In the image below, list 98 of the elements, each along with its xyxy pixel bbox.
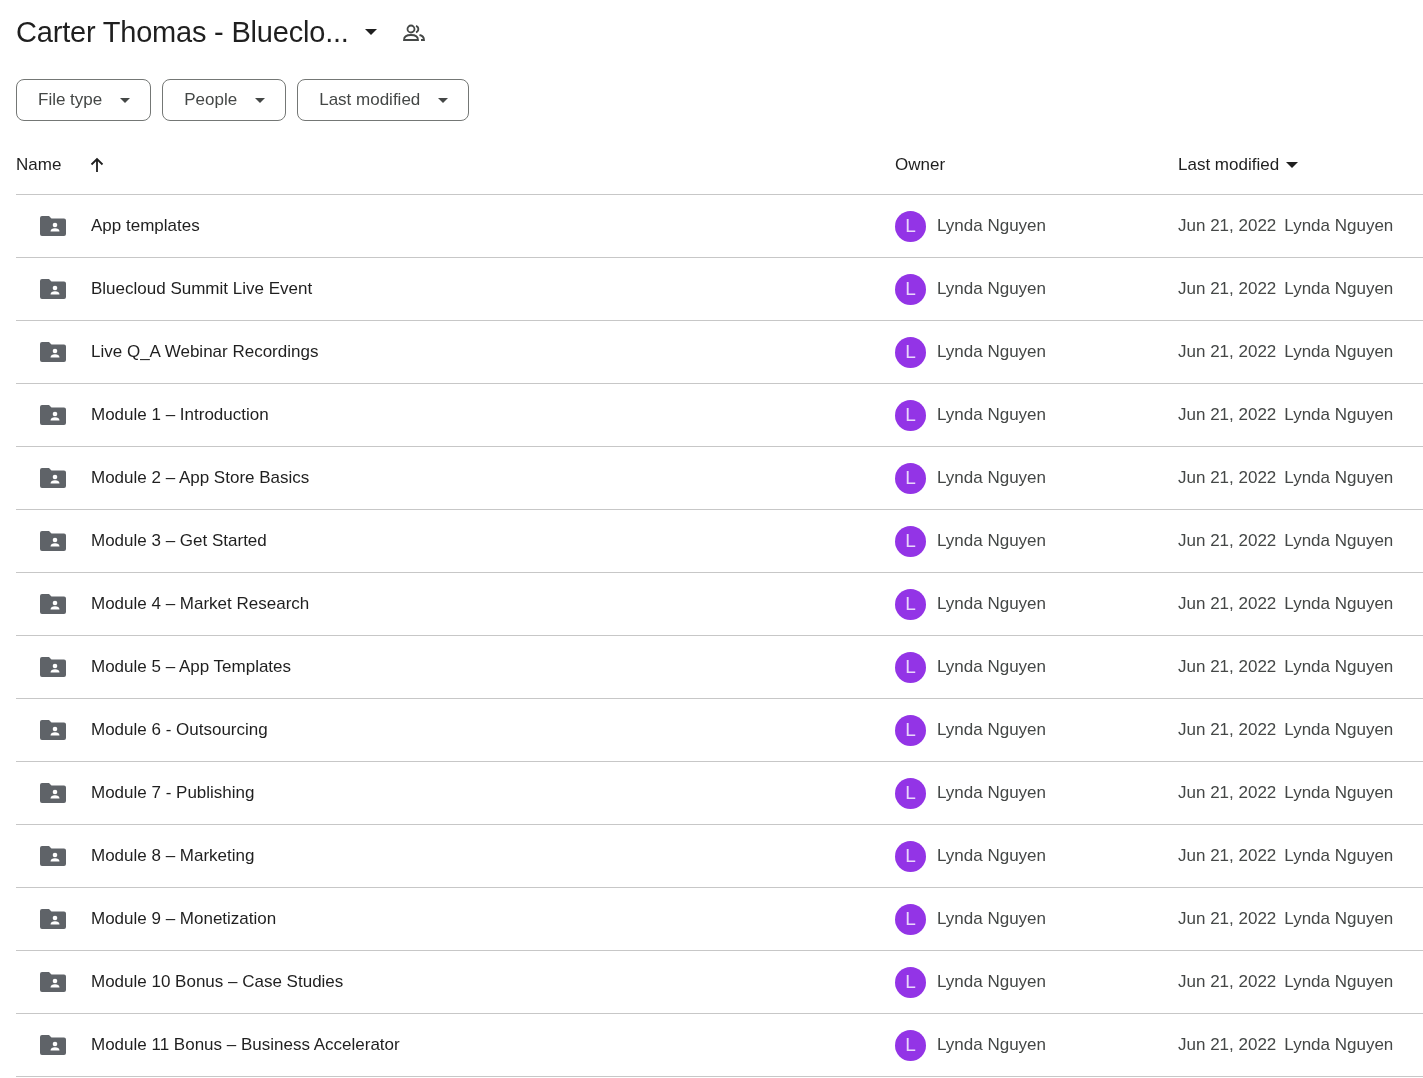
owner-name: Lynda Nguyen — [937, 972, 1046, 992]
owner-avatar: L — [895, 651, 926, 683]
owner-name: Lynda Nguyen — [937, 1035, 1046, 1055]
owner-avatar: L — [895, 399, 926, 431]
people-icon[interactable] — [402, 24, 425, 42]
filter-chip[interactable]: Last modified — [297, 79, 470, 121]
owner-avatar: L — [895, 966, 926, 998]
modified-by: Lynda Nguyen — [1284, 1035, 1394, 1055]
column-header: Owner — [895, 154, 946, 175]
shared-folder-icon — [40, 657, 66, 677]
owner-name: Lynda Nguyen — [937, 531, 1046, 551]
shared-folder-icon — [40, 720, 66, 740]
filter-chip[interactable]: File type — [16, 79, 152, 121]
shared-folder-icon — [40, 1035, 66, 1055]
modified-date: Jun 21, 2022 — [1178, 531, 1277, 551]
modified-date: Jun 21, 2022 — [1178, 594, 1277, 614]
owner-name: Lynda Nguyen — [937, 720, 1046, 740]
modified-by: Lynda Nguyen — [1284, 594, 1394, 614]
folder-name[interactable]: App templates — [91, 216, 200, 236]
folder-name[interactable]: Module 1 – Introduction — [91, 405, 269, 425]
caret-icon[interactable] — [1286, 161, 1299, 168]
modified-by: Lynda Nguyen — [1284, 909, 1394, 929]
owner-avatar: L — [895, 273, 926, 305]
owner-avatar: L — [895, 525, 926, 557]
modified-date: Jun 21, 2022 — [1178, 720, 1277, 740]
modified-by: Lynda Nguyen — [1284, 531, 1394, 551]
shared-folder-icon — [40, 531, 66, 551]
modified-by: Lynda Nguyen — [1284, 342, 1394, 362]
owner-name: Lynda Nguyen — [937, 594, 1046, 614]
modified-by: Lynda Nguyen — [1284, 657, 1394, 677]
column-header[interactable]: Name — [16, 154, 62, 175]
modified-by: Lynda Nguyen — [1284, 972, 1394, 992]
modified-date: Jun 21, 2022 — [1178, 279, 1277, 299]
caret-icon — [120, 97, 131, 103]
modified-date: Jun 21, 2022 — [1178, 1035, 1277, 1055]
owner-name: Lynda Nguyen — [937, 909, 1046, 929]
modified-date: Jun 21, 2022 — [1178, 216, 1277, 236]
modified-date: Jun 21, 2022 — [1178, 846, 1277, 866]
owner-avatar: L — [895, 714, 926, 746]
folder-name[interactable]: Module 7 - Publishing — [91, 783, 255, 803]
modified-date: Jun 21, 2022 — [1178, 405, 1277, 425]
owner-avatar: L — [895, 1029, 926, 1061]
folder-name[interactable]: Live Q_A Webinar Recordings — [91, 342, 319, 362]
owner-name: Lynda Nguyen — [937, 342, 1046, 362]
owner-name: Lynda Nguyen — [937, 657, 1046, 677]
owner-name: Lynda Nguyen — [937, 846, 1046, 866]
folder-name[interactable]: Module 10 Bonus – Case Studies — [91, 972, 344, 992]
owner-avatar: L — [895, 462, 926, 494]
modified-by: Lynda Nguyen — [1284, 279, 1394, 299]
shared-folder-icon — [40, 342, 66, 362]
owner-avatar: L — [895, 777, 926, 809]
filter-chip[interactable]: People — [162, 79, 287, 121]
owner-name: Lynda Nguyen — [937, 216, 1046, 236]
owner-name: Lynda Nguyen — [937, 468, 1046, 488]
folder-name[interactable]: Module 3 – Get Started — [91, 531, 267, 551]
owner-avatar: L — [895, 840, 926, 872]
shared-folder-icon — [40, 846, 66, 866]
caret-icon — [438, 97, 449, 103]
owner-avatar: L — [895, 210, 926, 242]
caret-icon — [364, 29, 377, 35]
modified-by: Lynda Nguyen — [1284, 720, 1394, 740]
caret-icon — [255, 97, 266, 103]
modified-by: Lynda Nguyen — [1284, 405, 1394, 425]
folder-name[interactable]: Module 5 – App Templates — [91, 657, 292, 677]
owner-name: Lynda Nguyen — [937, 783, 1046, 803]
owner-avatar: L — [895, 903, 926, 935]
modified-by: Lynda Nguyen — [1284, 468, 1394, 488]
modified-by: Lynda Nguyen — [1284, 783, 1394, 803]
modified-by: Lynda Nguyen — [1284, 216, 1394, 236]
folder-name[interactable]: Module 9 – Monetization — [91, 909, 277, 929]
folder-title-button[interactable]: Carter Thomas - Blueclo... — [16, 15, 377, 49]
modified-date: Jun 21, 2022 — [1178, 972, 1277, 992]
owner-avatar: L — [895, 588, 926, 620]
shared-folder-icon — [40, 279, 66, 299]
folder-name[interactable]: Module 4 – Market Research — [91, 594, 310, 614]
folder-name[interactable]: Bluecloud Summit Live Event — [91, 279, 313, 299]
folder-name[interactable]: Module 2 – App Store Basics — [91, 468, 310, 488]
shared-folder-icon — [40, 972, 66, 992]
shared-folder-icon — [40, 405, 66, 425]
folder-name[interactable]: Module 8 – Marketing — [91, 846, 255, 866]
modified-by: Lynda Nguyen — [1284, 846, 1394, 866]
folder-name[interactable]: Module 6 - Outsourcing — [91, 720, 268, 740]
sort-arrow-up-icon[interactable] — [89, 156, 106, 173]
owner-name: Lynda Nguyen — [937, 405, 1046, 425]
shared-folder-icon — [40, 468, 66, 488]
modified-date: Jun 21, 2022 — [1178, 909, 1277, 929]
shared-folder-icon — [40, 594, 66, 614]
shared-folder-icon — [40, 909, 66, 929]
modified-date: Jun 21, 2022 — [1178, 657, 1277, 677]
folder-name[interactable]: Module 11 Bonus – Business Accelerator — [91, 1035, 400, 1055]
modified-date: Jun 21, 2022 — [1178, 783, 1277, 803]
modified-date: Jun 21, 2022 — [1178, 468, 1277, 488]
column-header[interactable]: Last modified — [1178, 154, 1280, 175]
owner-avatar: L — [895, 336, 926, 368]
owner-name: Lynda Nguyen — [937, 279, 1046, 299]
modified-date: Jun 21, 2022 — [1178, 342, 1277, 362]
shared-folder-icon — [40, 783, 66, 803]
shared-folder-icon — [40, 216, 66, 236]
